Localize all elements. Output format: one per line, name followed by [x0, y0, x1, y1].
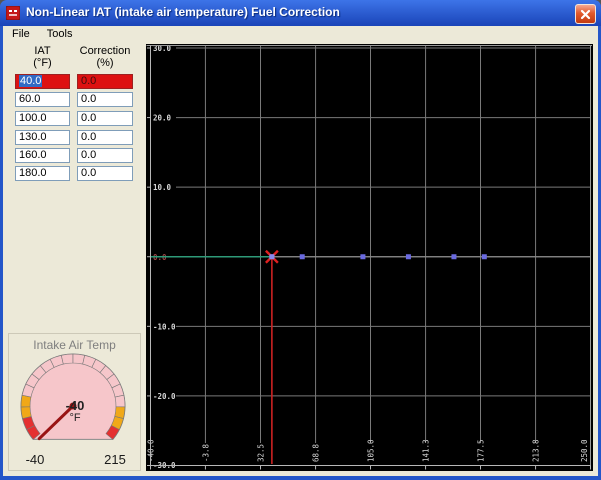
- svg-text:105.0: 105.0: [367, 439, 376, 462]
- correction-field-5[interactable]: 0.0: [77, 166, 133, 181]
- iat-field-4[interactable]: 160.0: [15, 148, 70, 163]
- iat-field-1[interactable]: 60.0: [15, 92, 70, 107]
- menu-tools[interactable]: Tools: [40, 26, 80, 40]
- iat-field-2[interactable]: 100.0: [15, 111, 70, 126]
- gauge-scale-max: 215: [104, 452, 126, 467]
- table-row: 60.0 0.0: [15, 92, 135, 107]
- correction-field-0[interactable]: 0.0: [77, 74, 133, 89]
- column-header-correction: Correction (%): [79, 45, 131, 69]
- svg-text:-3.8: -3.8: [201, 443, 210, 462]
- table-row: 100.0 0.0: [15, 111, 135, 126]
- table-row: 40.0 0.0: [15, 74, 135, 89]
- close-icon: [580, 9, 591, 19]
- gauge-scale-min: -40: [25, 452, 45, 467]
- svg-text:250.0: 250.0: [580, 439, 589, 462]
- correction-field-2[interactable]: 0.0: [77, 111, 133, 126]
- svg-text:68.8: 68.8: [312, 443, 321, 462]
- svg-text:-20.0: -20.0: [153, 392, 176, 401]
- gauge-title: Intake Air Temp: [33, 338, 116, 352]
- gauge-value: -40: [65, 398, 85, 413]
- app-window: Non-Linear IAT (intake air temperature) …: [0, 0, 601, 480]
- iat-field-5[interactable]: 180.0: [15, 166, 70, 181]
- table-row: 160.0 0.0: [15, 148, 135, 163]
- chart-plot-area[interactable]: 30.020.010.00.0-10.0-20.0-30.0-40.0-3.83…: [146, 44, 593, 471]
- iat-field-3[interactable]: 130.0: [15, 130, 70, 145]
- menu-bar: File Tools: [3, 26, 598, 44]
- client-area: File Tools IAT (°F) Correction (%) 40.0 …: [3, 26, 598, 476]
- app-icon: [6, 6, 20, 20]
- svg-text:177.5: 177.5: [477, 439, 486, 462]
- table-row: 180.0 0.0: [15, 166, 135, 181]
- titlebar[interactable]: Non-Linear IAT (intake air temperature) …: [0, 0, 601, 26]
- column-header-iat: IAT (°F): [33, 45, 52, 69]
- window-title: Non-Linear IAT (intake air temperature) …: [26, 5, 340, 19]
- table-row: 130.0 0.0: [15, 130, 135, 145]
- svg-text:-10.0: -10.0: [153, 322, 176, 331]
- correction-field-3[interactable]: 0.0: [77, 130, 133, 145]
- svg-text:213.8: 213.8: [532, 439, 541, 462]
- correction-field-4[interactable]: 0.0: [77, 148, 133, 163]
- intake-air-temp-gauge: Intake Air Temp -40 °F -40 215: [8, 333, 141, 471]
- menu-file[interactable]: File: [5, 26, 37, 40]
- selected-text: 40.0: [19, 75, 43, 87]
- correction-field-1[interactable]: 0.0: [77, 92, 133, 107]
- svg-text:20.0: 20.0: [153, 114, 172, 123]
- svg-text:32.5: 32.5: [257, 444, 266, 462]
- iat-field-0[interactable]: 40.0: [15, 74, 70, 89]
- svg-text:141.3: 141.3: [422, 439, 431, 462]
- gauge-unit: °F: [69, 412, 81, 424]
- svg-text:10.0: 10.0: [153, 183, 172, 192]
- close-button[interactable]: [575, 4, 596, 24]
- correction-chart[interactable]: 30.020.010.00.0-10.0-20.0-30.0-40.0-3.83…: [146, 44, 593, 471]
